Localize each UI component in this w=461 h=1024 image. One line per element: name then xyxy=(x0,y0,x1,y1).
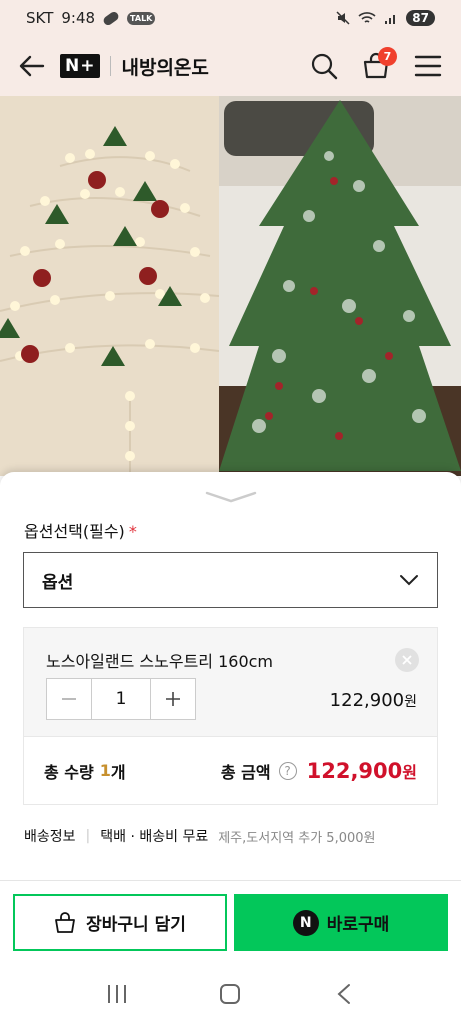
quantity-decrease-button[interactable] xyxy=(47,679,91,719)
selected-option-item: 노스아일랜드 스노우트리 160cm 1 122,900원 xyxy=(23,627,438,737)
nav-back-button[interactable] xyxy=(324,974,364,1014)
shopping-bag-icon xyxy=(55,911,76,933)
option-bottom-sheet: 옵션선택(필수) * 옵션 노스아일랜드 스노우트리 160cm 1 122,90… xyxy=(0,472,461,1024)
app-header: N+ 내방의온도 7 xyxy=(0,36,461,96)
status-bar: SKT 9:48 TALK 87 xyxy=(0,0,461,36)
remove-item-button[interactable] xyxy=(395,648,419,672)
signal-icon xyxy=(385,15,396,24)
total-quantity-value: 1 xyxy=(99,761,111,780)
product-image-snow-tree xyxy=(219,96,461,476)
required-mark: * xyxy=(128,522,137,541)
nav-back-icon xyxy=(337,984,351,1004)
option-select-value: 옵션 xyxy=(42,572,74,593)
cart-count-badge: 7 xyxy=(378,47,397,66)
chevron-down-icon xyxy=(400,575,418,586)
shipping-info: 배송정보 | 택배 · 배송비 무료 제주,도서지역 추가 5,000원 xyxy=(24,826,375,846)
store-name: 내방의온도 xyxy=(121,56,209,79)
item-price-value: 122,900 xyxy=(329,690,405,711)
add-to-cart-button[interactable]: 장바구니 담기 xyxy=(13,894,227,951)
arrow-left-icon xyxy=(19,55,45,77)
back-button[interactable] xyxy=(16,50,48,82)
menu-button[interactable] xyxy=(411,49,445,83)
quantity-value[interactable]: 1 xyxy=(91,679,151,719)
search-icon xyxy=(311,53,338,80)
plus-icon xyxy=(166,692,180,706)
shipping-divider: | xyxy=(85,828,91,844)
option-label-text: 옵션선택(필수) xyxy=(24,522,125,541)
product-image-gallery[interactable] xyxy=(0,96,461,476)
add-to-cart-label: 장바구니 담기 xyxy=(86,915,186,935)
total-amount-label: 총 금액 xyxy=(220,762,271,782)
buy-now-label: 바로구매 xyxy=(326,915,390,935)
logo-divider xyxy=(110,56,112,76)
system-navigation-bar xyxy=(0,964,461,1024)
order-total-summary: 총 수량 1 개 총 금액 ? 122,900 원 xyxy=(23,737,438,805)
naver-pay-icon: N xyxy=(292,909,319,936)
minus-icon xyxy=(62,698,76,700)
pill-icon xyxy=(101,9,121,27)
cart-button[interactable]: 7 xyxy=(359,47,397,83)
total-quantity-unit: 개 xyxy=(110,762,126,782)
shipping-title: 배송정보 xyxy=(24,829,76,845)
option-section-label: 옵션선택(필수) * xyxy=(24,518,137,542)
carrier-label: SKT xyxy=(26,9,54,27)
item-price-unit: 원 xyxy=(404,694,417,710)
battery-indicator: 87 xyxy=(406,10,435,26)
store-logo[interactable]: N+ 내방의온도 xyxy=(60,53,209,80)
buy-now-button[interactable]: N 바로구매 xyxy=(234,894,448,951)
total-amount-value: 122,900 xyxy=(306,758,403,783)
chevron-down-icon xyxy=(205,491,257,503)
naver-plus-logo: N+ xyxy=(60,54,101,78)
home-button[interactable] xyxy=(210,974,250,1014)
help-icon[interactable]: ? xyxy=(278,761,297,780)
recent-apps-icon xyxy=(107,985,126,1003)
shipping-method: 택배 · 배송비 무료 xyxy=(100,829,209,845)
item-price: 122,900원 xyxy=(330,690,417,711)
search-button[interactable] xyxy=(307,49,341,83)
talk-notification-icon: TALK xyxy=(127,11,156,25)
quantity-increase-button[interactable] xyxy=(151,679,195,719)
mute-icon xyxy=(336,11,350,25)
sheet-collapse-handle[interactable] xyxy=(205,488,257,503)
clock-time: 9:48 xyxy=(61,9,96,27)
purchase-action-bar: 장바구니 담기 N 바로구매 xyxy=(0,880,461,962)
shipping-extra-fee: 제주,도서지역 추가 5,000원 xyxy=(218,830,376,846)
total-quantity-label: 총 수량 xyxy=(44,762,94,782)
hamburger-menu-icon xyxy=(414,55,442,77)
close-icon xyxy=(402,655,412,665)
item-name: 노스아일랜드 스노우트리 160cm xyxy=(46,652,274,671)
quantity-stepper: 1 xyxy=(46,678,196,720)
product-image-wall-lights xyxy=(0,96,219,476)
home-icon xyxy=(220,984,241,1004)
total-amount-unit: 원 xyxy=(402,762,417,782)
wifi-icon xyxy=(358,12,376,23)
recent-apps-button[interactable] xyxy=(97,974,137,1014)
option-select[interactable]: 옵션 xyxy=(23,552,438,608)
